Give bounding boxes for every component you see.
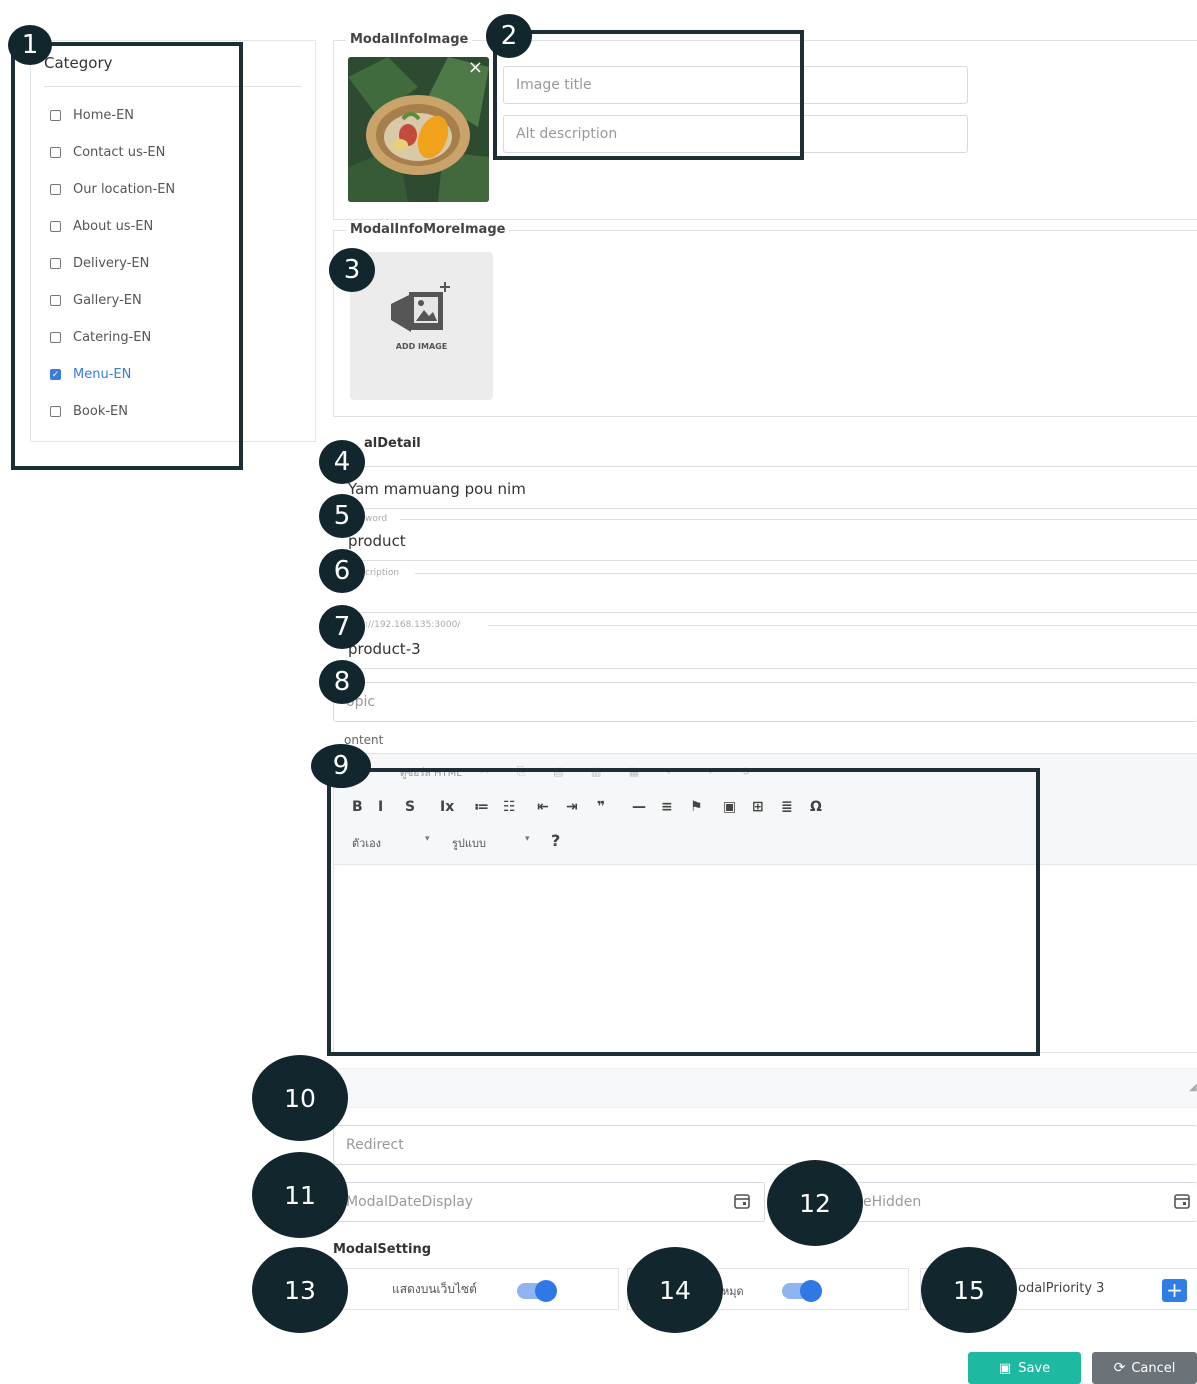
description-topline bbox=[415, 573, 1197, 574]
name-underline bbox=[333, 508, 1197, 509]
annotation-5: 5 bbox=[319, 494, 365, 538]
description-input[interactable] bbox=[333, 578, 1197, 612]
more-image-legend: ModalInfoMoreImage bbox=[346, 222, 510, 237]
name-input[interactable]: Yam mamuang pou nim bbox=[348, 480, 526, 498]
annotation-1: 1 bbox=[8, 25, 52, 65]
url-slug-input[interactable]: product-3 bbox=[348, 640, 421, 658]
annotation-13: 13 bbox=[252, 1247, 348, 1333]
pin-toggle-label: หมุด bbox=[722, 1285, 744, 1298]
annotation-10: 10 bbox=[252, 1055, 348, 1141]
add-image-label: ADD IMAGE bbox=[395, 342, 448, 351]
priority-plus-button[interactable]: + bbox=[1162, 1279, 1187, 1302]
image-legend: ModalInfoImage bbox=[346, 32, 473, 47]
annotation-4: 4 bbox=[319, 440, 365, 484]
display-toggle-label: แสดงบนเว็บไซต์ bbox=[392, 1282, 477, 1296]
display-toggle[interactable] bbox=[517, 1280, 557, 1302]
save-label: Save bbox=[1018, 1360, 1051, 1376]
remove-image-icon[interactable]: × bbox=[468, 57, 483, 78]
annotation-3: 3 bbox=[329, 248, 375, 292]
keyword-input[interactable]: product bbox=[348, 532, 406, 550]
redirect-placeholder: Redirect bbox=[346, 1137, 404, 1153]
url-underline bbox=[333, 668, 1197, 669]
annotation-7: 7 bbox=[319, 605, 365, 649]
textarea-field[interactable] bbox=[333, 1068, 1197, 1108]
annotation-12: 12 bbox=[767, 1160, 863, 1246]
save-icon: ▣ bbox=[998, 1360, 1012, 1376]
product-image-thumbnail[interactable]: × bbox=[348, 57, 489, 202]
cancel-label: Cancel bbox=[1131, 1360, 1176, 1376]
add-image-icon bbox=[391, 282, 450, 332]
date-display-placeholder: ModalDateDisplay bbox=[346, 1194, 474, 1210]
annotation-6: 6 bbox=[319, 549, 365, 593]
keyword-label: word bbox=[362, 514, 391, 524]
cancel-button[interactable]: ⟳ Cancel bbox=[1092, 1352, 1197, 1384]
annotation-2: 2 bbox=[486, 14, 532, 58]
calendar-icon-hidden[interactable] bbox=[1173, 1192, 1191, 1210]
calendar-icon[interactable] bbox=[733, 1192, 751, 1210]
pin-toggle[interactable] bbox=[782, 1280, 822, 1302]
url-topline bbox=[488, 625, 1197, 626]
date-display-input[interactable]: ModalDateDisplay bbox=[333, 1182, 765, 1222]
description-underline bbox=[333, 612, 1197, 613]
annotation-box-9 bbox=[327, 768, 1040, 1056]
detail-legend: alDetail bbox=[364, 436, 421, 451]
resize-handle-icon: ◢ bbox=[1189, 1082, 1197, 1093]
priority-label: odalPriority 3 bbox=[1018, 1281, 1105, 1296]
refresh-icon: ⟳ bbox=[1113, 1360, 1126, 1376]
keyword-topline bbox=[400, 519, 1197, 520]
save-button[interactable]: ▣ Save bbox=[968, 1352, 1081, 1384]
detail-divider bbox=[333, 466, 1197, 467]
redirect-input[interactable]: Redirect bbox=[333, 1125, 1197, 1165]
url-prefix: ://192.168.135:3000/ bbox=[362, 620, 464, 630]
annotation-9: 9 bbox=[311, 744, 371, 788]
settings-legend: ModalSetting bbox=[333, 1242, 432, 1257]
keyword-underline bbox=[333, 560, 1197, 561]
annotation-box-2 bbox=[493, 30, 804, 160]
topic-input[interactable]: opic bbox=[333, 682, 1197, 722]
annotation-8: 8 bbox=[319, 660, 365, 704]
annotation-11: 11 bbox=[252, 1152, 348, 1238]
date-hidden-placeholder: eHidden bbox=[863, 1194, 922, 1210]
annotation-15: 15 bbox=[921, 1247, 1017, 1333]
description-label: cription bbox=[362, 568, 403, 578]
annotation-box-1 bbox=[11, 42, 243, 470]
food-photo bbox=[348, 57, 489, 202]
annotation-14: 14 bbox=[627, 1247, 723, 1333]
